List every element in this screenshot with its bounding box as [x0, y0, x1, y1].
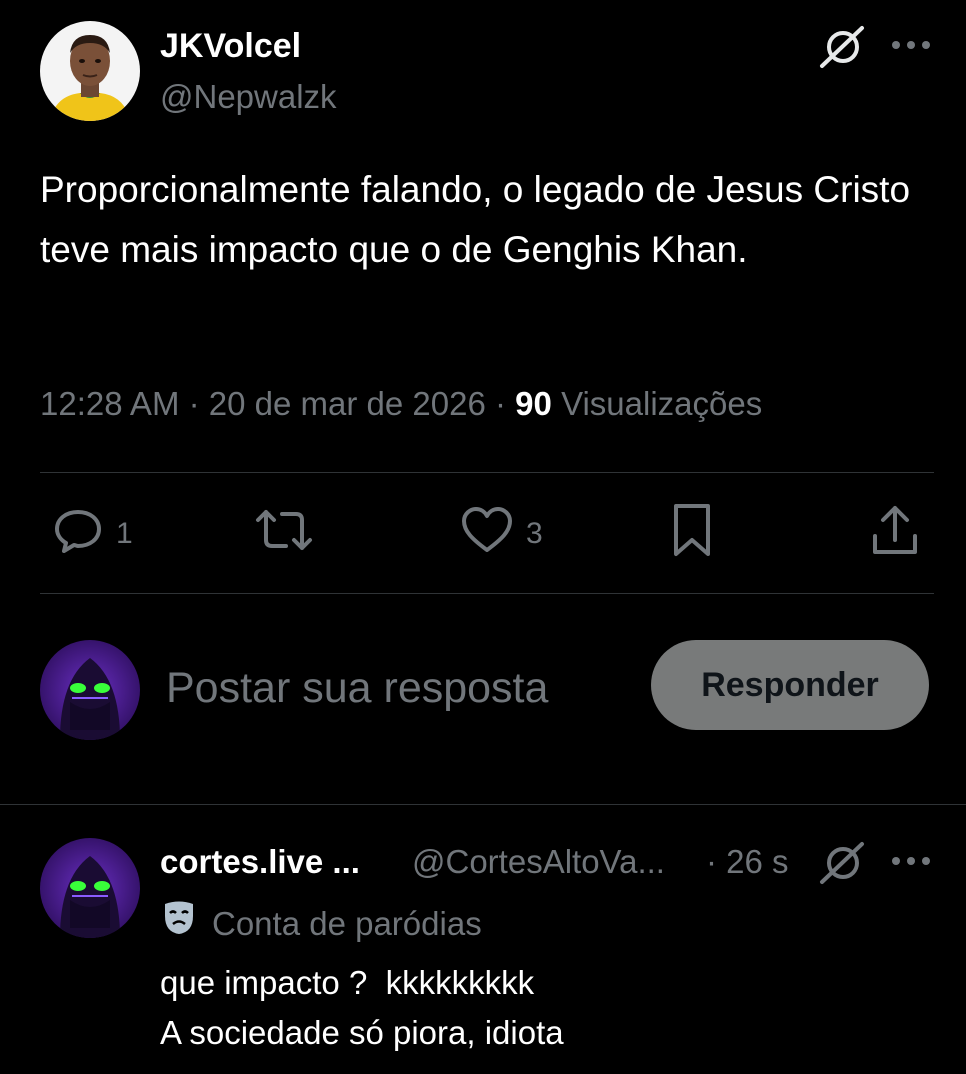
post-text: Proporcionalmente falando, o legado de J… — [40, 169, 911, 270]
author-avatar[interactable] — [40, 21, 140, 121]
bookmark-action[interactable] — [668, 504, 716, 564]
post-date[interactable]: 20 de mar de 2026 — [209, 385, 486, 422]
reply-icon — [52, 504, 104, 564]
my-avatar[interactable] — [40, 640, 140, 740]
theater-mask-icon — [162, 900, 196, 947]
repost-action[interactable] — [254, 504, 326, 564]
grok-slash-icon[interactable] — [816, 838, 868, 890]
reply-input[interactable]: Postar sua resposta — [166, 660, 548, 716]
post-meta: 12:28 AM · 20 de mar de 2026 · 90 Visual… — [40, 380, 762, 428]
comment-text: que impacto ? kkkkkkkkk A sociedade só p… — [160, 958, 940, 1058]
reply-action[interactable]: 1 — [52, 504, 133, 564]
more-dots-icon[interactable] — [888, 30, 934, 60]
more-dots-icon[interactable] — [888, 846, 934, 876]
parody-label: Conta de paródias — [212, 904, 482, 942]
post-time[interactable]: 12:28 AM — [40, 385, 179, 422]
divider-bottom — [40, 593, 934, 594]
comment-line: que impacto ? kkkkkkkkk — [160, 964, 535, 1001]
meta-separator: · — [495, 385, 506, 422]
like-icon — [460, 504, 514, 564]
like-action[interactable]: 3 — [460, 504, 543, 564]
comment-avatar[interactable] — [40, 838, 140, 938]
like-count: 3 — [526, 517, 543, 550]
views-count: 90 — [515, 385, 552, 422]
comment-author-name[interactable]: cortes.live ... — [160, 840, 360, 884]
share-action[interactable] — [870, 504, 920, 564]
comment-line: A sociedade só piora, idiota — [160, 1014, 564, 1051]
author-handle[interactable]: @Nepwalzk — [160, 76, 337, 118]
author-name[interactable]: JKVolcel — [160, 24, 301, 68]
parody-badge: Conta de paródias — [162, 900, 482, 947]
bookmark-icon — [668, 502, 716, 566]
repost-icon — [254, 504, 314, 564]
comment-time[interactable]: · 26 s — [706, 840, 789, 884]
meta-separator: · — [188, 385, 200, 422]
divider-top — [40, 472, 934, 473]
reply-submit-button[interactable]: Responder — [651, 640, 929, 730]
share-icon — [870, 502, 920, 566]
reply-count: 1 — [116, 517, 133, 550]
grok-slash-icon[interactable] — [816, 22, 868, 74]
section-divider — [0, 804, 966, 805]
views-label: Visualizações — [561, 385, 763, 422]
comment-author-handle[interactable]: @CortesAltoVa... — [412, 840, 665, 884]
